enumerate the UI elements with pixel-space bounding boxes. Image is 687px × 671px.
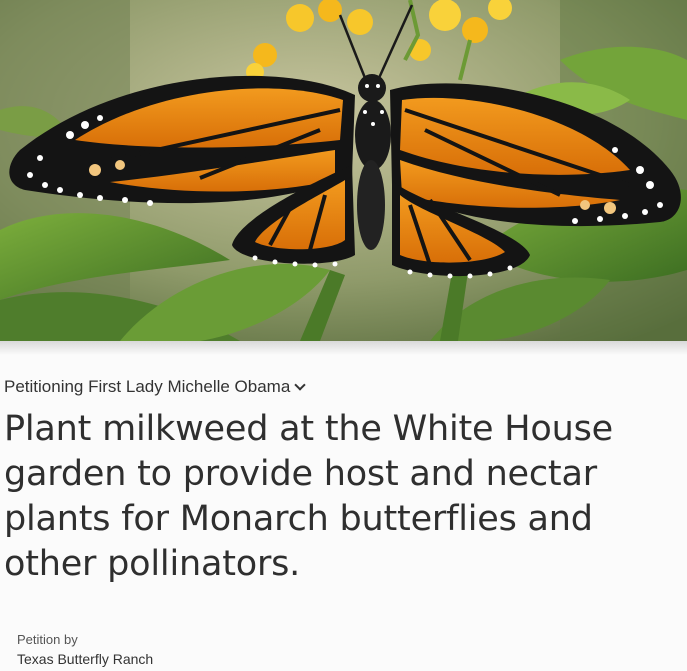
petition-title: Plant milkweed at the White House garden…	[4, 409, 613, 584]
petition-target-label: Petitioning First Lady Michelle Obama	[4, 377, 291, 396]
hero-shadow	[0, 341, 687, 355]
petition-target-dropdown[interactable]: Petitioning First Lady Michelle Obama	[4, 376, 306, 398]
petition-starter-name[interactable]: Texas Butterfly Ranch	[17, 651, 153, 667]
petition-starter-label: Petition by	[17, 632, 78, 647]
petition-hero-image	[0, 0, 687, 341]
chevron-down-icon[interactable]	[294, 379, 306, 391]
